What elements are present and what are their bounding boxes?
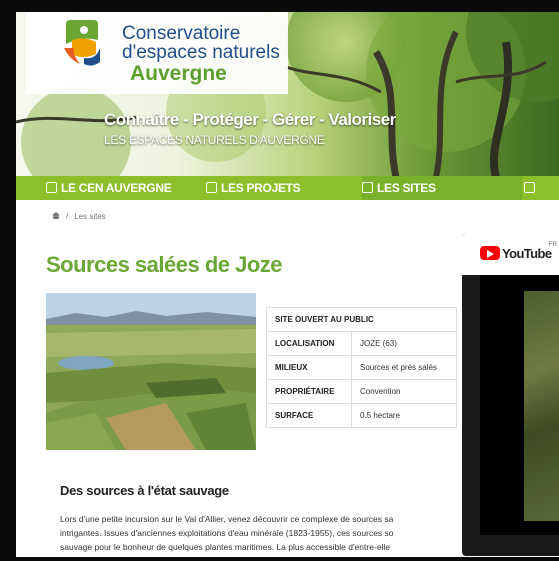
site-info-table: SITE OUVERT AU PUBLIC LOCALISATION JOZE (… — [266, 307, 457, 428]
checkbox-icon — [362, 182, 373, 193]
info-value: Sources et prés salés — [351, 355, 457, 380]
video-thumbnail[interactable] — [524, 291, 559, 521]
logo-line-2: d'espaces naturels — [122, 42, 280, 63]
breadcrumb-current[interactable]: Les sites — [74, 212, 106, 221]
tagline: Connaître - Protéger - Gérer - Valoriser — [104, 110, 396, 129]
info-value: JOZE (63) — [351, 331, 457, 356]
paragraph-line: sauvage pour le bonheur de quelques plan… — [60, 542, 391, 552]
youtube-wordmark: YouTube — [502, 246, 552, 261]
nav-item-cen-auvergne[interactable]: LE CEN AUVERGNE — [46, 176, 172, 200]
nav-item-label: LE CEN AUVERGNE — [61, 181, 172, 195]
info-key: SURFACE — [266, 403, 352, 428]
section-title: Des sources à l'état sauvage — [60, 483, 229, 498]
checkbox-icon — [524, 182, 535, 193]
info-key: PROPRIÉTAIRE — [266, 379, 352, 404]
cen-logo-icon — [64, 20, 100, 66]
checkbox-icon — [206, 182, 217, 193]
nav-item-projets[interactable]: LES PROJETS — [206, 176, 301, 200]
info-value: 0.5 hectare — [351, 403, 457, 428]
play-icon — [487, 250, 494, 258]
nav-item-label: LES SITES — [377, 181, 436, 195]
paragraph-line: intrigantes. Issues d'anciennes exploita… — [60, 528, 394, 538]
main-nav: LE CEN AUVERGNE LES PROJETS LES SITES NO… — [16, 176, 559, 219]
page-title: Sources salées de Joze — [46, 252, 283, 277]
logo-line-1: Conservatoire — [122, 23, 241, 44]
home-icon[interactable] — [52, 212, 60, 219]
logo[interactable]: Conservatoire d'espaces naturels Auvergn… — [26, 12, 288, 94]
nav-item-label: LES PROJETS — [221, 181, 301, 195]
info-key: LOCALISATION — [266, 331, 352, 356]
breadcrumb: / Les sites — [52, 212, 106, 221]
subtagline: LES ESPACES NATURELS D'AUVERGNE — [104, 133, 325, 147]
info-header: SITE OUVERT AU PUBLIC — [266, 307, 457, 332]
description-paragraph: Lors d'une petite incursion sur le Val d… — [60, 512, 480, 554]
info-value: Convention — [351, 379, 457, 404]
nav-item-nos[interactable]: NOS — [524, 176, 559, 219]
site-photo — [46, 293, 256, 450]
info-key: MILIEUX — [266, 355, 352, 380]
youtube-region: FR — [549, 242, 557, 248]
header-banner: Conservatoire d'espaces naturels Auvergn… — [16, 12, 559, 177]
paragraph-line: Lors d'une petite incursion sur le Val d… — [60, 514, 394, 524]
nav-item-sites[interactable]: LES SITES — [362, 176, 522, 200]
checkbox-icon — [46, 182, 57, 193]
youtube-embed[interactable]: YouTube FR — [462, 233, 559, 556]
logo-line-3: Auvergne — [130, 62, 227, 85]
nav-item-label: NOS — [524, 205, 550, 219]
